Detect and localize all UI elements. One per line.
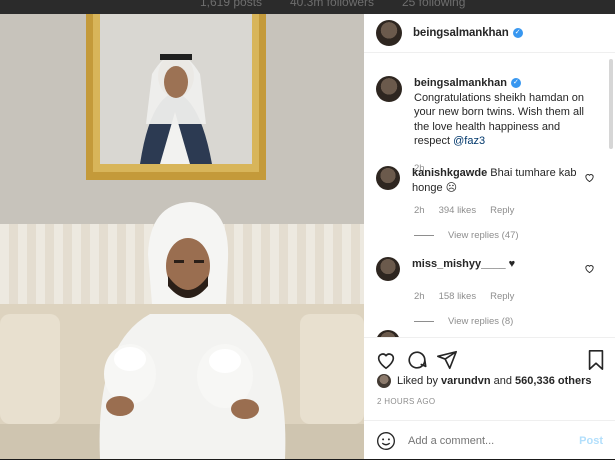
comment-body: ♥ <box>508 258 516 270</box>
liker-username[interactable]: varundvn <box>441 375 491 387</box>
post-username[interactable]: beingsalmankhan <box>413 27 509 39</box>
followers-count[interactable]: 40.3m followers <box>290 0 374 9</box>
post-actions <box>364 337 615 378</box>
likes-and: and <box>493 375 512 387</box>
list-item <box>376 330 601 337</box>
post-image[interactable] <box>0 14 364 459</box>
comment-icon[interactable] <box>406 349 428 371</box>
likes-summary: Liked by varundvn and 560,336 others <box>377 374 591 388</box>
view-replies-label: View replies (47) <box>448 230 519 241</box>
caption-text: beingsalmankhan ✓ Congratulations sheikh … <box>414 76 589 149</box>
profile-stats-strip: 1,619 posts 40.3m followers 25 following <box>0 0 615 14</box>
caption-mention[interactable]: @faz3 <box>453 135 485 147</box>
smiley-icon[interactable] <box>376 431 396 451</box>
comment-time[interactable]: 2h <box>414 205 425 216</box>
divider <box>414 235 434 236</box>
add-comment-input[interactable] <box>406 433 570 448</box>
comment-time[interactable]: 2h <box>414 291 425 302</box>
caption-body: Congratulations sheikh hamdan on your ne… <box>414 91 585 148</box>
post-photo-illustration <box>0 14 364 459</box>
avatar[interactable] <box>376 166 400 190</box>
post-timestamp[interactable]: 2 HOURS AGO <box>377 397 435 406</box>
following-count[interactable]: 25 following <box>402 0 465 9</box>
divider <box>414 321 434 322</box>
comments-list: beingsalmankhan ✓ Congratulations sheikh … <box>364 54 615 337</box>
view-replies-button[interactable]: View replies (8) <box>414 316 601 327</box>
avatar[interactable] <box>376 257 400 281</box>
comment-likes[interactable]: 394 likes <box>439 205 477 216</box>
reply-button[interactable]: Reply <box>490 205 514 216</box>
heart-icon[interactable] <box>375 349 397 371</box>
comment-text: miss_mishyy____ ♥ <box>412 257 587 272</box>
likes-prefix: Liked by <box>397 375 438 387</box>
post-button[interactable]: Post <box>579 435 603 447</box>
comment-meta: 2h 158 likes Reply <box>414 291 601 302</box>
likes-count[interactable]: 560,336 others <box>515 375 591 387</box>
share-icon[interactable] <box>436 349 458 371</box>
comment-likes[interactable]: 158 likes <box>439 291 477 302</box>
post-detail-panel: beingsalmankhan ✓ beingsalmankhan ✓ Congr… <box>364 14 615 459</box>
list-item: kanishkgawde Bhai tumhare kab honge ☹ 2h… <box>376 166 601 241</box>
posts-count: 1,619 posts <box>200 0 263 9</box>
view-replies-button[interactable]: View replies (47) <box>414 230 601 241</box>
heart-icon[interactable] <box>584 263 595 274</box>
comment-username[interactable]: miss_mishyy____ <box>412 258 506 270</box>
comment-username[interactable]: kanishkgawde <box>412 167 487 179</box>
heart-icon[interactable] <box>584 172 595 183</box>
reply-button[interactable]: Reply <box>490 291 514 302</box>
view-replies-label: View replies (8) <box>448 316 514 327</box>
avatar[interactable] <box>376 76 402 102</box>
comment-meta: 2h 394 likes Reply <box>414 205 601 216</box>
verified-icon: ✓ <box>510 78 521 89</box>
caption: beingsalmankhan ✓ Congratulations sheikh … <box>376 76 601 174</box>
post-header: beingsalmankhan ✓ <box>364 14 615 53</box>
caption-username[interactable]: beingsalmankhan <box>414 77 507 89</box>
add-comment-bar: Post <box>364 420 615 460</box>
bookmark-icon[interactable] <box>585 349 607 371</box>
avatar[interactable] <box>377 374 391 388</box>
avatar[interactable] <box>376 330 400 337</box>
avatar[interactable] <box>376 20 402 46</box>
comment-text: kanishkgawde Bhai tumhare kab honge ☹ <box>412 166 587 195</box>
list-item: miss_mishyy____ ♥ 2h 158 likes Reply Vie… <box>376 257 601 327</box>
verified-icon: ✓ <box>512 28 523 38</box>
